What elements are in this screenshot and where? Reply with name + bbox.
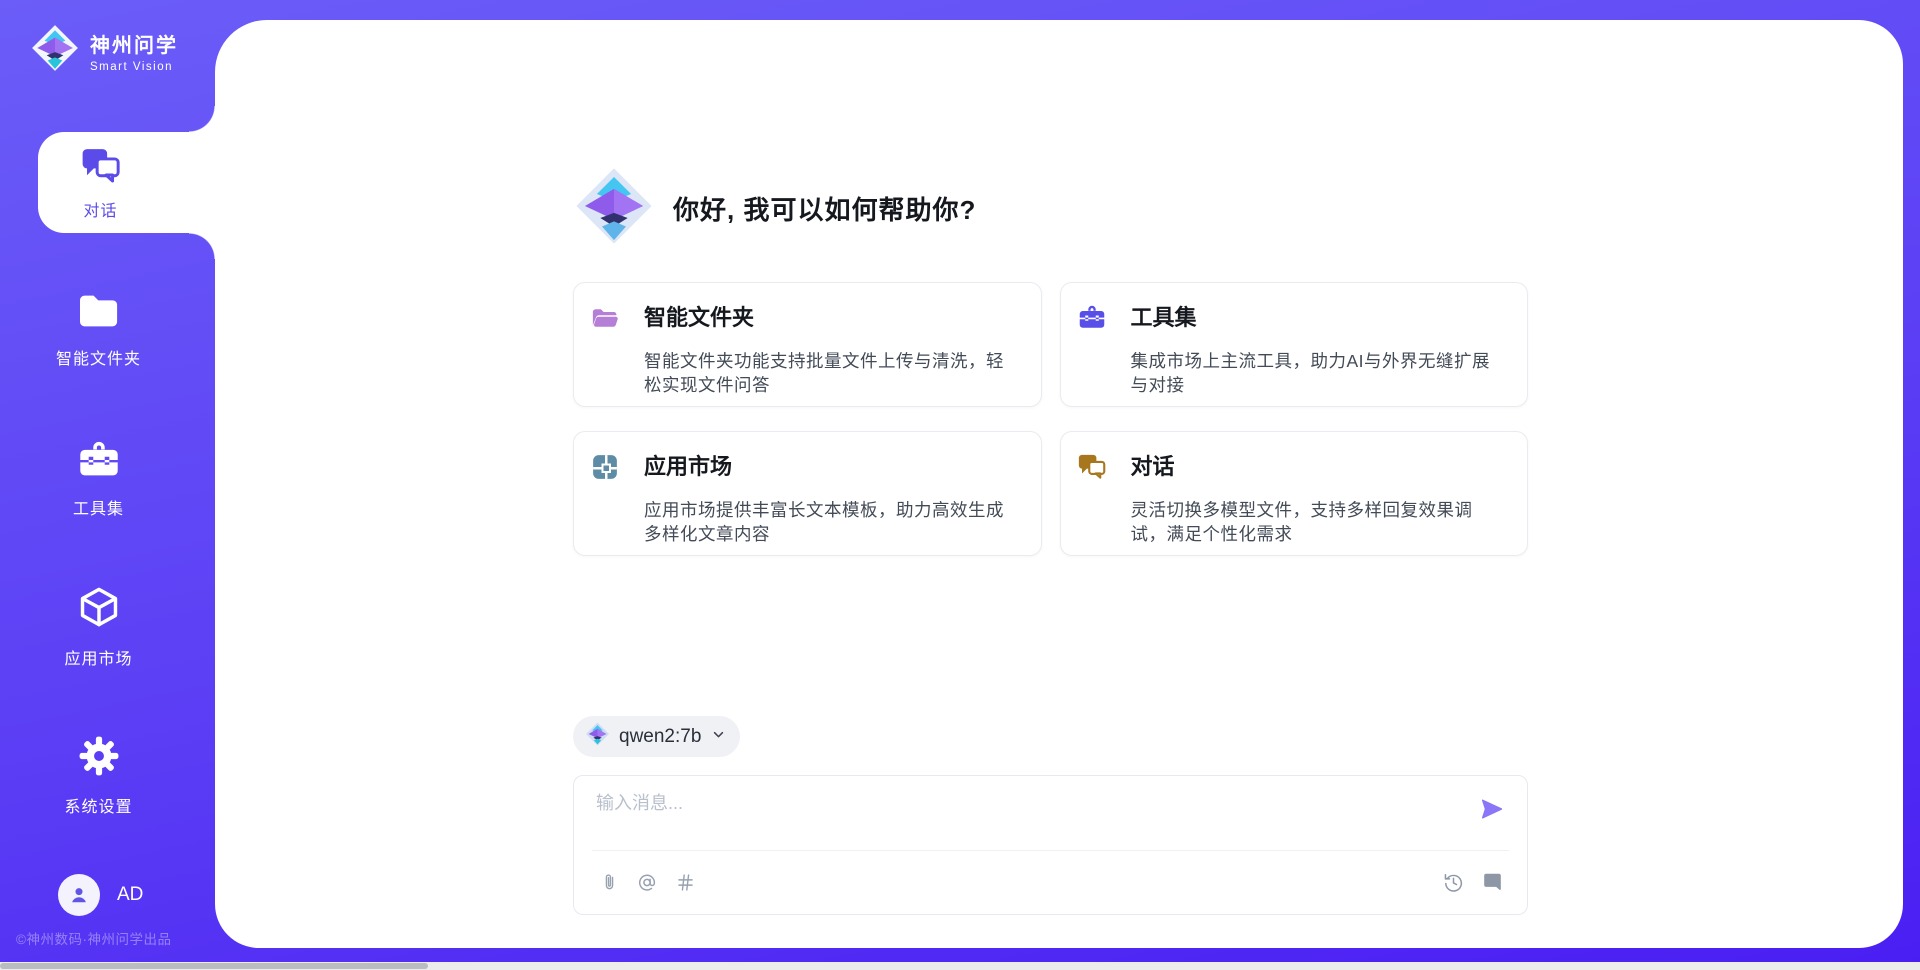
avatar bbox=[58, 874, 100, 916]
app-window: 神州问学 Smart Vision 对话 bbox=[0, 0, 1920, 970]
send-button[interactable] bbox=[1479, 796, 1505, 822]
chat-filled-icon[interactable] bbox=[1481, 872, 1503, 894]
chevron-down-icon bbox=[710, 726, 727, 748]
cube-icon bbox=[76, 584, 122, 635]
sidebar-item-app-market[interactable]: 应用市场 bbox=[0, 584, 215, 669]
scrollbar-thumb[interactable] bbox=[0, 963, 428, 969]
message-composer bbox=[573, 775, 1528, 915]
model-selector-row: qwen2:7b bbox=[573, 716, 1528, 757]
folder-icon bbox=[77, 292, 121, 335]
history-icon[interactable] bbox=[1442, 872, 1464, 894]
at-sign-icon[interactable] bbox=[636, 872, 658, 894]
sidebar-item-chat[interactable]: 对话 bbox=[38, 132, 215, 233]
chat-bubbles-icon bbox=[80, 145, 122, 188]
gear-icon bbox=[77, 734, 121, 783]
greeting-title: 你好, 我可以如何帮助你? bbox=[673, 190, 976, 227]
card-description: 智能文件夹功能支持批量文件上传与清洗，轻松实现文件问答 bbox=[644, 349, 1017, 406]
card-smart-folder[interactable]: 智能文件夹 智能文件夹功能支持批量文件上传与清洗，轻松实现文件问答 bbox=[573, 282, 1042, 407]
card-chat[interactable]: 对话 灵活切换多模型文件，支持多样回复效果调试，满足个性化需求 bbox=[1060, 431, 1529, 556]
sidebar-item-label: 应用市场 bbox=[64, 645, 132, 669]
main-panel: 你好, 我可以如何帮助你? 智能文件夹 智能文件夹功能支持批量文件上传与清洗，轻… bbox=[215, 20, 1903, 948]
brand-logo: 神州问学 Smart Vision bbox=[30, 22, 178, 79]
brand-tagline: Smart Vision bbox=[90, 61, 178, 73]
sidebar-item-smart-folder[interactable]: 智能文件夹 bbox=[0, 292, 215, 369]
chat-bubbles-icon bbox=[1077, 452, 1107, 482]
feature-cards: 智能文件夹 智能文件夹功能支持批量文件上传与清洗，轻松实现文件问答 工具集 集成… bbox=[573, 282, 1528, 556]
card-title: 智能文件夹 bbox=[644, 303, 1017, 342]
sidebar: 神州问学 Smart Vision 对话 bbox=[0, 0, 215, 970]
model-name: qwen2:7b bbox=[619, 726, 701, 748]
card-description: 应用市场提供丰富长文本模板，助力高效生成多样化文章内容 bbox=[644, 498, 1017, 555]
user-initials: AD bbox=[117, 884, 143, 906]
sidebar-item-label: 对话 bbox=[83, 197, 117, 221]
card-description: 灵活切换多模型文件，支持多样回复效果调试，满足个性化需求 bbox=[1131, 498, 1504, 555]
card-description: 集成市场上主流工具，助力AI与外界无缝扩展与对接 bbox=[1131, 349, 1504, 406]
sidebar-item-label: 智能文件夹 bbox=[56, 345, 141, 369]
briefcase-icon bbox=[1077, 303, 1107, 333]
paperclip-icon[interactable] bbox=[598, 872, 620, 894]
composer-toolbar bbox=[574, 851, 1527, 914]
card-title: 应用市场 bbox=[644, 452, 1017, 491]
briefcase-icon bbox=[76, 438, 122, 485]
card-toolset[interactable]: 工具集 集成市场上主流工具，助力AI与外界无缝扩展与对接 bbox=[1060, 282, 1529, 407]
brand-diamond-icon bbox=[585, 721, 610, 752]
copyright-text: ©神州数码·神州问学出品 bbox=[16, 928, 216, 948]
app-grid-icon bbox=[590, 452, 620, 482]
sidebar-item-label: 工具集 bbox=[73, 495, 124, 519]
brand-diamond-icon bbox=[573, 163, 655, 254]
hash-icon[interactable] bbox=[674, 872, 696, 894]
message-input[interactable] bbox=[596, 789, 1457, 841]
folder-open-icon bbox=[590, 303, 620, 333]
card-title: 对话 bbox=[1131, 452, 1504, 491]
sidebar-item-settings[interactable]: 系统设置 bbox=[0, 734, 215, 817]
card-app-market[interactable]: 应用市场 应用市场提供丰富长文本模板，助力高效生成多样化文章内容 bbox=[573, 431, 1042, 556]
horizontal-scrollbar[interactable] bbox=[0, 962, 1920, 970]
sidebar-item-toolset[interactable]: 工具集 bbox=[0, 438, 215, 519]
model-selector[interactable]: qwen2:7b bbox=[573, 716, 740, 757]
greeting-block: 你好, 我可以如何帮助你? bbox=[573, 20, 1528, 254]
card-title: 工具集 bbox=[1131, 303, 1504, 342]
sidebar-item-label: 系统设置 bbox=[64, 793, 132, 817]
brand-diamond-icon bbox=[30, 22, 80, 79]
user-account[interactable]: AD bbox=[58, 874, 143, 916]
brand-name: 神州问学 bbox=[90, 29, 178, 58]
